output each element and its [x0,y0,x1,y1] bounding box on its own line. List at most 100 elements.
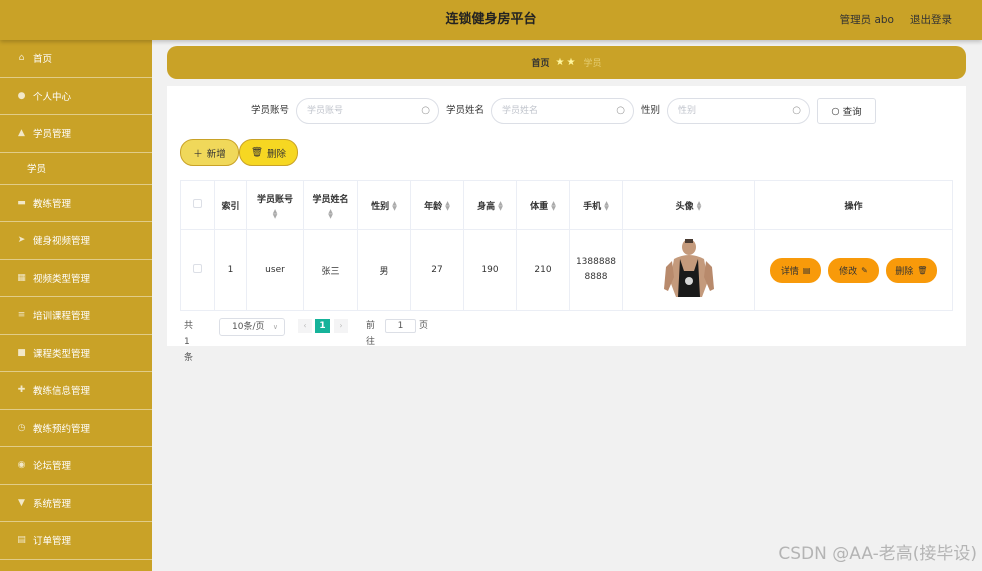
user-icon: ● [17,90,26,101]
page-size-select[interactable]: 10条/页 ∨ [219,318,285,336]
row-delete-button-label: 删除 [895,266,914,277]
sidebar-item-video-type-management[interactable]: ▦ 视频类型管理 [0,260,152,297]
row-delete-button[interactable]: 删除 🗑 [885,257,937,283]
trash-icon: 🗑 [917,265,928,275]
sidebar-item-student-management[interactable]: ▲ 学员管理 [0,115,152,153]
column-header-label: 头像 [675,201,694,212]
goto-page-input[interactable]: 1 [385,319,416,333]
sort-icon[interactable]: ▲ ▼ [697,201,702,212]
sidebar-item-fitness-video-management[interactable]: ➤ 健身视频管理 [0,222,152,260]
add-button[interactable]: ＋ 新增 [180,139,239,166]
name-search-input[interactable]: 学员姓名 ○ [491,98,634,124]
app-title: 连锁健身房平台 [445,12,537,27]
breadcrumb-home[interactable]: 首页 [532,56,550,69]
column-header-label: 学员账号 [256,194,293,205]
sidebar-item-label: 健身视频管理 [33,236,91,248]
doc-icon: ■ [17,347,26,358]
column-header-phone[interactable]: 手机 ▲ ▼ [569,180,623,230]
phone-line-2: 8888 [584,272,608,282]
breadcrumb-separator-star-icon: ★★ [555,57,578,68]
sidebar-item-label: 个人中心 [33,91,72,103]
sidebar-item-system-management[interactable]: ▼ 系统管理 [0,485,152,522]
sort-icon[interactable]: ▲ ▼ [445,201,450,212]
column-header-name[interactable]: 学员姓名 ▲ ▼ [303,180,358,230]
send-icon: ➤ [17,235,26,246]
account-search-input[interactable]: 学员账号 ○ [296,98,439,124]
prev-page-button[interactable]: ‹ [298,319,312,333]
group-icon: ▲ [18,128,25,139]
page-suffix-label: 页 [419,321,429,331]
sort-icon[interactable]: ▲ ▼ [498,201,503,212]
sidebar-item-label: 教练管理 [33,198,72,210]
sidebar-subitem-student[interactable]: 学员 [0,153,152,185]
name-search-placeholder: 学员姓名 [502,106,539,116]
page-number-current[interactable]: 1 [315,319,330,333]
row-checkbox[interactable] [193,264,202,273]
sidebar-item-personal-center[interactable]: ● 个人中心 [0,78,152,115]
sidebar: ⌂ 首页 ● 个人中心 ▲ 学员管理 学员 ▬ 教练管理 ➤ 健身视频管理 ▦ … [0,40,152,571]
column-header-age[interactable]: 年龄 ▲ ▼ [410,180,464,230]
grid-icon: ▦ [17,272,26,283]
column-header-label: 学员姓名 [312,194,349,205]
main-panel: 学员账号 学员账号 ○ 学员姓名 学员姓名 ○ 性别 性别 ○ ○ 查询 ＋ 新… [167,86,966,363]
column-header-gender[interactable]: 性别 ▲ ▼ [357,180,411,230]
detail-button[interactable]: 详情 ▤ [770,257,822,283]
cell-name: 张三 [303,229,358,311]
cell-weight: 210 [516,229,570,311]
sidebar-item-coach-management[interactable]: ▬ 教练管理 [0,185,152,222]
sidebar-item-coach-booking-management[interactable]: ◷ 教练预约管理 [0,410,152,447]
sort-icon[interactable]: ▲ ▼ [392,201,397,212]
admin-user-label[interactable]: 管理员 abo [840,0,894,40]
cell-age: 27 [410,229,464,311]
sidebar-item-label: 系统管理 [33,498,72,510]
search-form: 学员账号 学员账号 ○ 学员姓名 学员姓名 ○ 性别 性别 ○ ○ 查询 [167,98,966,124]
column-header-avatar[interactable]: 头像 ▲ ▼ [622,180,755,230]
sidebar-item-order-management[interactable]: ▤ 订单管理 [0,522,152,560]
student-table: 索引 学员账号 ▲ ▼ 学员姓名 ▲ ▼ 性别 ▲ ▼ 年龄 ▲ ▼ 身高 ▲ ▼ [180,180,953,311]
batch-delete-button[interactable]: 🗑 删除 [239,139,298,166]
sort-icon[interactable]: ▲ ▼ [304,208,357,219]
sidebar-item-label: 培训课程管理 [33,311,91,323]
next-page-button[interactable]: › [334,319,348,333]
chat-icon: ◉ [17,460,26,471]
sidebar-item-forum-management[interactable]: ◉ 论坛管理 [0,447,152,485]
sidebar-item-course-type-management[interactable]: ■ 课程类型管理 [0,335,152,372]
column-header-label: 身高 [477,201,496,212]
column-header-index: 索引 [214,180,247,230]
column-header-actions: 操作 [754,180,953,230]
column-header-height[interactable]: 身高 ▲ ▼ [463,180,517,230]
logout-link[interactable]: 退出登录 [910,0,952,40]
home-icon: ⌂ [18,53,25,64]
sidebar-item-home[interactable]: ⌂ 首页 [0,40,152,78]
edit-icon: ✎ [861,265,868,275]
gender-search-input[interactable]: 性别 ○ [667,98,810,124]
card-icon: ▬ [17,197,26,208]
query-button[interactable]: ○ 查询 [817,98,876,124]
sidebar-item-label: 教练预约管理 [33,423,91,435]
filter-icon: ▼ [18,497,25,508]
column-header-label: 性别 [371,201,390,212]
sort-icon[interactable]: ▲ ▼ [247,208,303,219]
trash-icon: 🗑 [250,147,264,158]
cell-account: user [246,229,304,311]
query-button-label: 查询 [842,107,862,118]
sidebar-item-training-course-management[interactable]: ≡ 培训课程管理 [0,297,152,335]
top-bar: 连锁健身房平台 管理员 abo 退出登录 [0,0,982,40]
sort-icon[interactable]: ▲ ▼ [604,201,609,212]
table-header-row: 索引 学员账号 ▲ ▼ 学员姓名 ▲ ▼ 性别 ▲ ▼ 年龄 ▲ ▼ 身高 ▲ ▼ [180,180,953,230]
sort-icon[interactable]: ▲ ▼ [551,201,556,212]
cell-height: 190 [463,229,517,311]
column-header-label: 操作 [844,201,863,212]
gender-search-placeholder: 性别 [678,106,697,116]
page-size-value: 10条/页 [232,322,265,332]
column-header-weight[interactable]: 体重 ▲ ▼ [516,180,570,230]
column-header-account[interactable]: 学员账号 ▲ ▼ [246,180,304,230]
gender-search-label: 性别 [641,105,661,116]
search-icon: ○ [421,105,430,116]
cell-index: 1 [214,229,247,311]
order-icon: ▤ [17,535,26,546]
avatar-image[interactable] [661,237,716,303]
edit-button[interactable]: 修改 ✎ [828,257,879,283]
sidebar-item-coach-info-management[interactable]: ✚ 教练信息管理 [0,372,152,410]
select-all-checkbox[interactable] [193,199,202,208]
